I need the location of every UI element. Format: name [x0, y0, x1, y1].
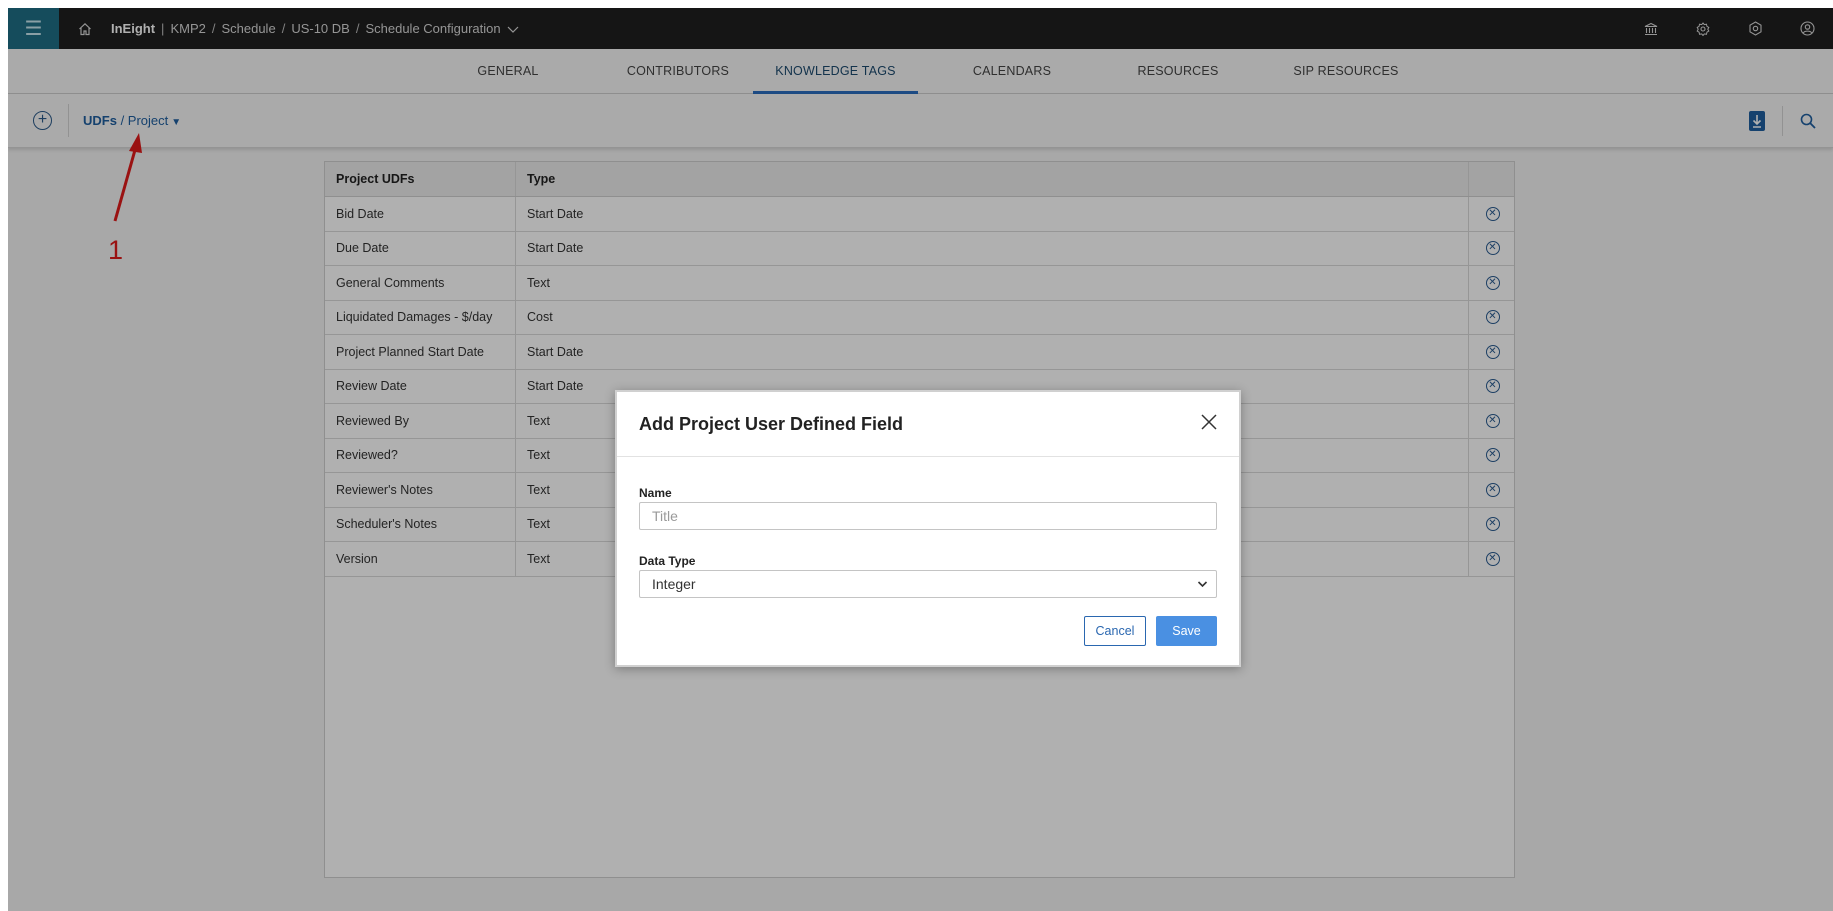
chevron-down-icon — [1197, 581, 1208, 588]
data-type-value: Integer — [652, 576, 696, 592]
close-icon[interactable] — [1199, 412, 1219, 432]
save-button[interactable]: Save — [1156, 616, 1217, 646]
data-type-select[interactable]: Integer — [639, 570, 1217, 598]
dialog-title: Add Project User Defined Field — [639, 414, 904, 434]
name-label: Name — [639, 486, 672, 500]
add-udf-dialog: Add Project User Defined Field Name Titl… — [615, 390, 1241, 667]
data-type-label: Data Type — [639, 554, 696, 568]
app-window: ☰ InEight | KMP2 / Schedule / US-10 DB /… — [8, 8, 1833, 911]
name-input[interactable]: Title — [639, 502, 1217, 530]
cancel-button[interactable]: Cancel — [1084, 616, 1146, 646]
